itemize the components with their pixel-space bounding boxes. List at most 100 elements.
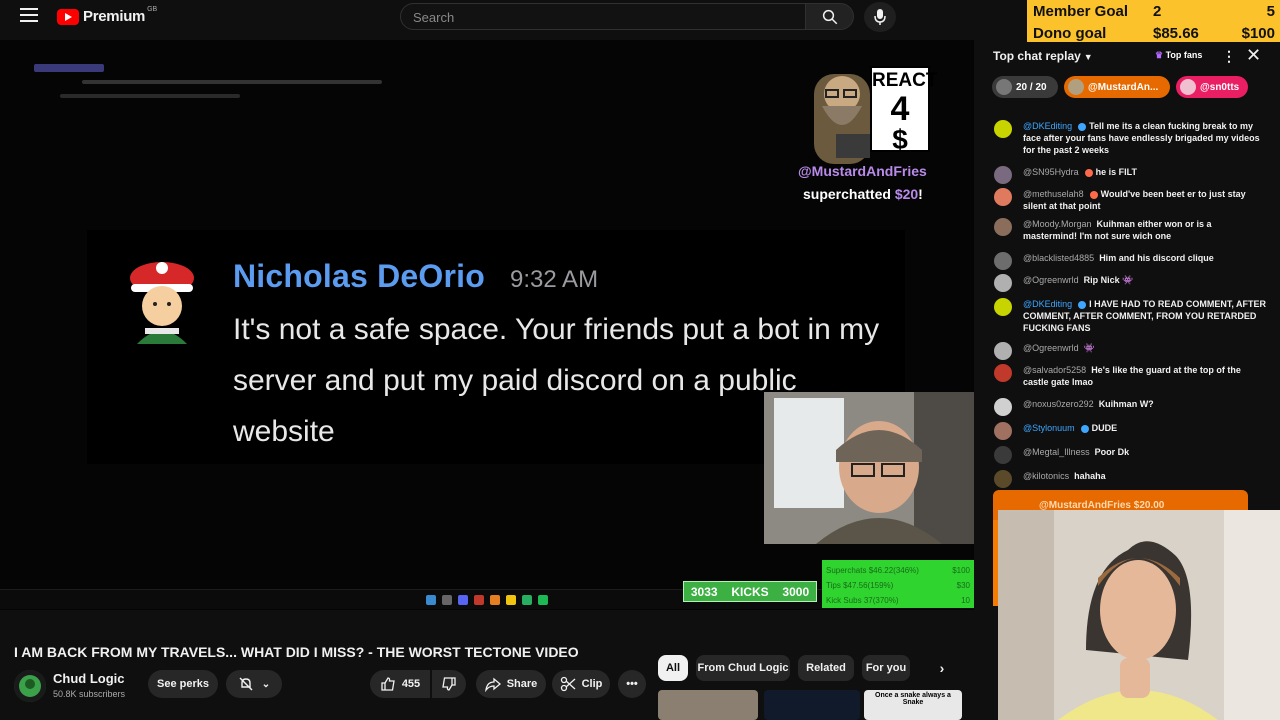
top-fans-button[interactable]: ♛ Top fans: [1155, 50, 1202, 61]
menu-icon[interactable]: [20, 8, 38, 24]
chat-username[interactable]: @methuselah8: [1023, 189, 1084, 199]
chevron-down-icon: ⌄: [261, 678, 271, 690]
youtube-logo[interactable]: Premium GB: [57, 6, 158, 25]
chat-message[interactable]: @DKEditing I HAVE HAD TO READ COMMENT, AF…: [994, 298, 1266, 334]
stream-goals-overlay: Member Goal 2 5 Dono goal $85.66 $100: [1027, 0, 1280, 45]
see-perks-button[interactable]: See perks: [148, 670, 218, 698]
chevron-down-icon: ▼: [1083, 52, 1093, 62]
video-player[interactable]: Nicholas DeOrio 9:32 AM It's not a safe …: [0, 40, 974, 610]
chat-message[interactable]: @kilotonics hahaha: [994, 470, 1266, 488]
channel-name[interactable]: Chud Logic: [53, 671, 125, 686]
scissors-icon: [560, 676, 576, 692]
chips-next-button[interactable]: ›: [928, 655, 956, 681]
notifications-button[interactable]: ⌄: [226, 670, 282, 698]
kicks-goal: 3000: [782, 584, 810, 599]
chat-message-body: @salvador5258 He's like the guard at the …: [1023, 364, 1266, 388]
voice-search-button[interactable]: [864, 2, 896, 32]
stat-value: 37(370%): [863, 596, 899, 605]
superchat-prefix: superchatted: [803, 186, 895, 202]
chat-username[interactable]: @Megtal_Illness: [1023, 447, 1090, 457]
chip-from-channel[interactable]: From Chud Logic: [696, 655, 790, 681]
clip-button[interactable]: Clip: [552, 670, 610, 698]
share-button[interactable]: Share: [476, 670, 546, 698]
ticker-superchat[interactable]: @sn0tts: [1176, 76, 1248, 98]
chat-avatar: [994, 398, 1012, 416]
related-thumbnail[interactable]: [764, 690, 860, 720]
thumbs-up-icon: [381, 677, 395, 691]
chat-username[interactable]: @kilotonics: [1023, 471, 1069, 481]
stat-label: Tips: [826, 581, 841, 590]
related-thumbnail[interactable]: Once a snake always a Snake: [864, 690, 962, 720]
chat-title: Top chat replay: [993, 49, 1081, 63]
related-thumbnail[interactable]: [658, 690, 758, 720]
chat-mode-selector[interactable]: Top chat replay ▼: [993, 49, 1093, 63]
chat-username[interactable]: @DKEditing: [1023, 299, 1072, 309]
stat-goal: $100: [952, 566, 970, 575]
chat-avatar: [994, 252, 1012, 270]
search-button[interactable]: [806, 3, 854, 30]
region-code: GB: [147, 6, 158, 13]
ticker-count[interactable]: 20 / 20: [992, 76, 1058, 98]
close-icon[interactable]: ✕: [1246, 45, 1261, 66]
stats-row: Superchats $46.22(346%) $100: [826, 563, 970, 578]
channel-avatar[interactable]: [14, 670, 46, 702]
message-author: Nicholas DeOrio: [233, 258, 485, 294]
chip-label: For you: [865, 662, 907, 674]
chat-avatar: [994, 364, 1012, 382]
share-icon: [484, 677, 501, 692]
chat-username[interactable]: @noxus0zero292: [1023, 399, 1094, 409]
like-button[interactable]: 455: [370, 670, 430, 698]
chip-for-you[interactable]: For you: [862, 655, 910, 681]
chat-message[interactable]: @Stylonuum DUDE: [994, 422, 1266, 440]
see-perks-label: See perks: [157, 678, 209, 690]
chat-username[interactable]: @Stylonuum: [1023, 423, 1075, 433]
chat-username[interactable]: @Moody.Morgan: [1023, 219, 1092, 229]
stat-label: Kick Subs: [826, 596, 862, 605]
goal-current: 2: [1153, 3, 1162, 20]
video-title: I AM BACK FROM MY TRAVELS... WHAT DID I …: [14, 644, 579, 660]
chat-username[interactable]: @SN95Hydra: [1023, 167, 1079, 177]
kicks-current: 3033: [690, 584, 718, 599]
bell-off-icon: [239, 677, 253, 691]
chat-username[interactable]: @blacklisted4885: [1023, 253, 1094, 263]
chat-message[interactable]: @SN95Hydra he is FILT: [994, 166, 1266, 184]
dislike-button[interactable]: [432, 670, 466, 698]
member-badge-icon: [1080, 424, 1089, 433]
react-sign-line: REACT: [872, 70, 938, 91]
search-input[interactable]: Search: [400, 3, 806, 30]
react-sign: REACT 4 $: [870, 66, 938, 154]
chat-avatar: [994, 188, 1012, 206]
chat-username[interactable]: @DKEditing: [1023, 121, 1072, 131]
chat-username[interactable]: @salvador5258: [1023, 365, 1086, 375]
chip-related[interactable]: Related: [798, 655, 854, 681]
chat-username[interactable]: @Ogreenwrld: [1023, 343, 1079, 353]
chat-message-body: @kilotonics hahaha: [1023, 470, 1266, 482]
superchat-user: @MustardAndFries: [798, 163, 927, 179]
chat-message[interactable]: @salvador5258 He's like the guard at the …: [994, 364, 1266, 388]
ticker-superchat[interactable]: @MustardAn...: [1064, 76, 1170, 98]
chat-avatar: [994, 298, 1012, 316]
chat-username[interactable]: @Ogreenwrld: [1023, 275, 1079, 285]
guest-webcam: [998, 510, 1280, 720]
chat-message[interactable]: @Moody.Morgan Kuihman either won or is a …: [994, 218, 1266, 242]
chat-message[interactable]: @blacklisted4885 Him and his discord cliq…: [994, 252, 1266, 270]
more-actions-button[interactable]: •••: [618, 670, 646, 698]
chat-message[interactable]: @noxus0zero292 Kuihman W?: [994, 398, 1266, 416]
chat-message[interactable]: @Ogreenwrld Rip Nick 👾: [994, 274, 1266, 292]
chat-avatar: [994, 218, 1012, 236]
chat-message[interactable]: @Ogreenwrld 👾: [994, 342, 1266, 360]
microphone-icon: [874, 9, 886, 25]
chat-message-body: @Stylonuum DUDE: [1023, 422, 1266, 434]
chat-avatar: [994, 470, 1012, 488]
chip-all[interactable]: All: [658, 655, 688, 681]
chat-message[interactable]: @methuselah8 Would've been beet er to jus…: [994, 188, 1266, 212]
search-taskbar-icon: [442, 595, 452, 605]
stat-goal: $30: [956, 581, 970, 590]
dono-goal: Dono goal $85.66 $100: [1033, 22, 1279, 44]
chip-label: From Chud Logic: [697, 662, 789, 674]
chat-message-body: @Megtal_Illness Poor Dk: [1023, 446, 1266, 458]
chat-message[interactable]: @Megtal_Illness Poor Dk: [994, 446, 1266, 464]
more-vert-icon[interactable]: ⋮: [1222, 48, 1236, 65]
chat-message[interactable]: @DKEditing Tell me its a clean fucking br…: [994, 120, 1266, 156]
webcam-person-image: [764, 392, 974, 544]
